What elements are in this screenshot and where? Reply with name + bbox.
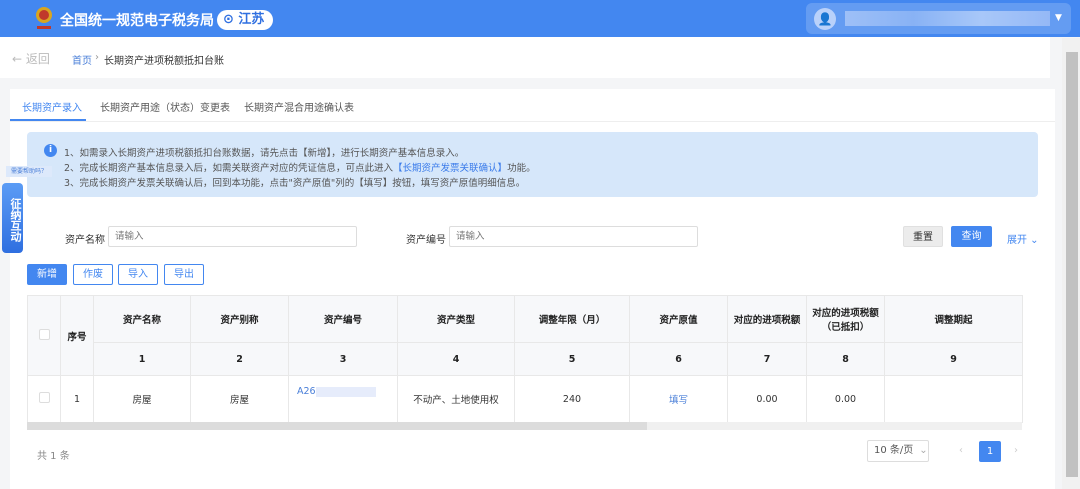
tab-mixed-use[interactable]: 长期资产混合用途确认表 — [244, 99, 354, 114]
province-selector[interactable]: ⊙ 江苏 — [217, 10, 273, 30]
redacted-code — [315, 386, 376, 397]
col-header: 对应的进项税额（已抵扣） — [806, 295, 885, 343]
asset-table: 序号 资产名称 资产别称 资产编号 资产类型 调整年限（月） 资产原值 对应的进… — [27, 295, 1023, 423]
asset-name-input[interactable] — [108, 226, 357, 247]
tab-usage-change[interactable]: 长期资产用途（状态）变更表 — [100, 99, 230, 114]
cell-start — [884, 375, 1023, 423]
info-line-3: 3、完成长期资产发票关联确认后，回到本功能，点击"资产原值"列的【填写】按钮，填… — [64, 178, 526, 189]
col-header: 资产名称 — [93, 295, 191, 343]
cell-index: 1 — [60, 375, 94, 423]
table-row: 1 房屋 房屋 A26 不动产、土地使用权 240 填写 0.00 0.00 — [27, 375, 1023, 423]
add-button[interactable]: 新增 — [27, 264, 67, 285]
prev-page-button[interactable]: ‹ — [959, 445, 963, 456]
next-page-button[interactable]: › — [1014, 445, 1018, 456]
col-number: 1 — [93, 342, 191, 376]
cell-tax: 0.00 — [727, 375, 807, 423]
select-all-checkbox[interactable] — [38, 328, 50, 340]
col-header: 对应的进项税额 — [727, 295, 807, 343]
info-line-1: 1、如需录入长期资产进项税额抵扣台账数据，请先点击【新增】，进行长期资产基本信息… — [64, 148, 465, 159]
col-header: 资产别称 — [190, 295, 289, 343]
info-line-2-suffix: 功能。 — [507, 163, 536, 174]
caret-down-icon[interactable]: ▼ — [1055, 13, 1062, 23]
user-name-redacted — [845, 11, 1050, 26]
location-pin-icon: ⊙ — [223, 12, 239, 27]
fill-in-link[interactable]: 填写 — [669, 395, 688, 406]
asset-code-label: 资产编号 — [406, 235, 446, 246]
user-avatar-icon[interactable]: 👤 — [814, 8, 836, 30]
active-tab-indicator — [10, 119, 86, 121]
cell-name: 房屋 — [93, 375, 191, 423]
horizontal-scroll-thumb[interactable] — [27, 422, 647, 430]
col-number: 2 — [190, 342, 289, 376]
expand-toggle[interactable]: 展开 ⌄ — [1007, 231, 1039, 246]
asset-name-label: 资产名称 — [65, 235, 105, 246]
select-all-cell — [27, 295, 61, 376]
col-header: 资产原值 — [629, 295, 728, 343]
total-count: 共 1 条 — [37, 451, 70, 462]
tab-divider — [10, 121, 1055, 122]
info-icon: i — [44, 144, 57, 157]
chevron-down-icon: ⌄ — [919, 445, 928, 456]
site-title: 全国统一规范电子税务局 — [60, 13, 214, 29]
void-button[interactable]: 作废 — [73, 264, 113, 285]
province-label: 江苏 — [238, 12, 265, 27]
col-number: 8 — [806, 342, 885, 376]
vertical-scroll-thumb[interactable] — [1066, 52, 1078, 477]
back-button[interactable]: ← 返回 — [12, 50, 50, 67]
breadcrumb-separator: › — [95, 52, 99, 63]
tax-bureau-emblem-icon — [36, 7, 52, 29]
asset-code-input[interactable] — [449, 226, 698, 247]
page-1-button[interactable]: 1 — [979, 441, 1001, 462]
col-header: 资产编号 — [288, 295, 398, 343]
cell-code: A26 — [288, 375, 398, 423]
help-tip[interactable]: 需要帮助吗？ — [6, 166, 52, 177]
col-number: 6 — [629, 342, 728, 376]
cell-alias: 房屋 — [190, 375, 289, 423]
query-button[interactable]: 查询 — [951, 226, 992, 247]
page-size-value: 10 条/页 — [874, 445, 914, 456]
cell-tax-deducted: 0.00 — [806, 375, 885, 423]
row-checkbox[interactable] — [38, 392, 50, 403]
asset-code-link[interactable]: A26 — [297, 386, 316, 397]
cell-value: 填写 — [629, 375, 728, 423]
col-number: 3 — [288, 342, 398, 376]
col-number: 5 — [514, 342, 630, 376]
cell-years: 240 — [514, 375, 630, 423]
col-header: 调整期起 — [884, 295, 1023, 343]
invoice-link[interactable]: 【长期资产发票关联确认】 — [393, 163, 507, 174]
col-header: 序号 — [60, 295, 94, 376]
col-header: 调整年限（月） — [514, 295, 630, 343]
col-number: 9 — [884, 342, 1023, 376]
info-line-2: 2、完成长期资产基本信息录入后，如需关联资产对应的凭证信息，可点此进入【长期资产… — [64, 160, 536, 174]
interaction-widget[interactable]: 征纳互动 — [2, 183, 23, 253]
reset-button[interactable]: 重置 — [903, 226, 943, 247]
col-number: 4 — [397, 342, 515, 376]
page-size-select[interactable]: 10 条/页 ⌄ — [867, 440, 929, 462]
breadcrumb-home[interactable]: 首页 — [72, 52, 92, 67]
import-button[interactable]: 导入 — [118, 264, 158, 285]
row-select-cell — [27, 375, 61, 423]
export-button[interactable]: 导出 — [164, 264, 204, 285]
tab-asset-entry[interactable]: 长期资产录入 — [22, 99, 82, 114]
col-number: 7 — [727, 342, 807, 376]
info-line-2-text: 2、完成长期资产基本信息录入后，如需关联资产对应的凭证信息，可点此进入 — [64, 163, 394, 174]
cell-type: 不动产、土地使用权 — [397, 375, 515, 423]
col-header: 资产类型 — [397, 295, 515, 343]
breadcrumb-current: 长期资产进项税额抵扣台账 — [104, 56, 224, 67]
